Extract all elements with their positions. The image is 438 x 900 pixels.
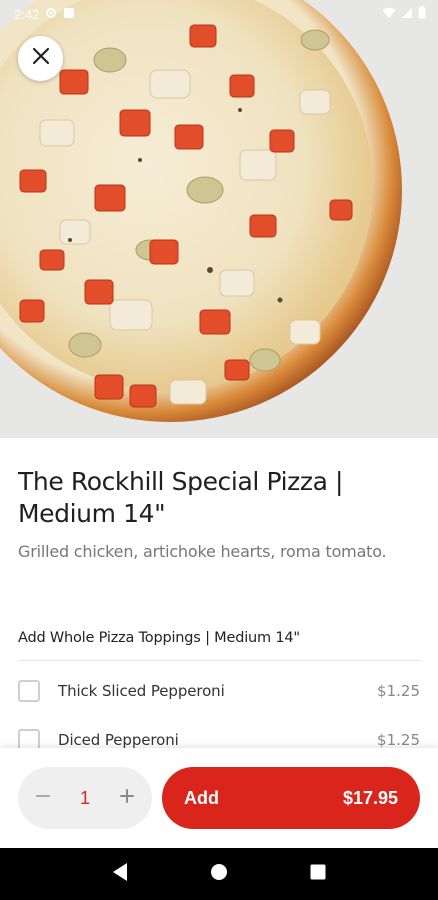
quantity-stepper: 1	[18, 767, 152, 829]
option-checkbox[interactable]	[18, 729, 40, 748]
option-row-diced-pepperoni[interactable]: Diced Pepperoni $1.25	[18, 725, 420, 748]
add-button-total: $17.95	[342, 787, 398, 808]
battery-icon	[418, 6, 426, 22]
increase-quantity-button[interactable]	[116, 787, 138, 809]
back-icon	[111, 862, 129, 887]
decrease-quantity-button[interactable]	[32, 787, 54, 809]
status-bar: 2:42	[0, 0, 438, 28]
recents-icon	[310, 864, 326, 885]
minus-icon	[35, 788, 51, 809]
quantity-value: 1	[79, 787, 90, 808]
close-button[interactable]	[18, 36, 63, 81]
home-button[interactable]	[204, 859, 234, 889]
options-section-header: Add Whole Pizza Toppings | Medium 14"	[18, 630, 300, 646]
gear-icon	[45, 7, 57, 22]
signal-icon	[401, 7, 413, 22]
option-price: $1.25	[377, 682, 420, 700]
status-time: 2:42	[14, 6, 40, 22]
option-name: Diced Pepperoni	[58, 731, 179, 748]
home-icon	[210, 863, 228, 886]
action-bar: 1 Add $17.95	[0, 748, 438, 848]
back-button[interactable]	[105, 859, 135, 889]
notification-icon	[63, 7, 75, 22]
option-row-thick-sliced-pepperoni[interactable]: Thick Sliced Pepperoni $1.25	[18, 676, 420, 706]
add-to-cart-button[interactable]: Add $17.95	[162, 767, 420, 829]
system-navigation-bar	[0, 848, 438, 900]
add-button-label: Add	[184, 787, 219, 808]
section-divider	[18, 660, 420, 661]
item-details: The Rockhill Special Pizza | Medium 14" …	[0, 438, 438, 748]
plus-icon	[119, 788, 135, 809]
recents-button[interactable]	[303, 859, 333, 889]
pizza-illustration	[0, 0, 438, 438]
option-checkbox[interactable]	[18, 680, 40, 702]
pizza-image	[0, 0, 438, 438]
item-title: The Rockhill Special Pizza | Medium 14"	[18, 467, 344, 528]
close-icon	[32, 47, 50, 70]
wifi-icon	[382, 7, 396, 22]
item-description: Grilled chicken, artichoke hearts, roma …	[18, 542, 387, 561]
option-price: $1.25	[377, 731, 420, 748]
option-name: Thick Sliced Pepperoni	[58, 682, 225, 700]
